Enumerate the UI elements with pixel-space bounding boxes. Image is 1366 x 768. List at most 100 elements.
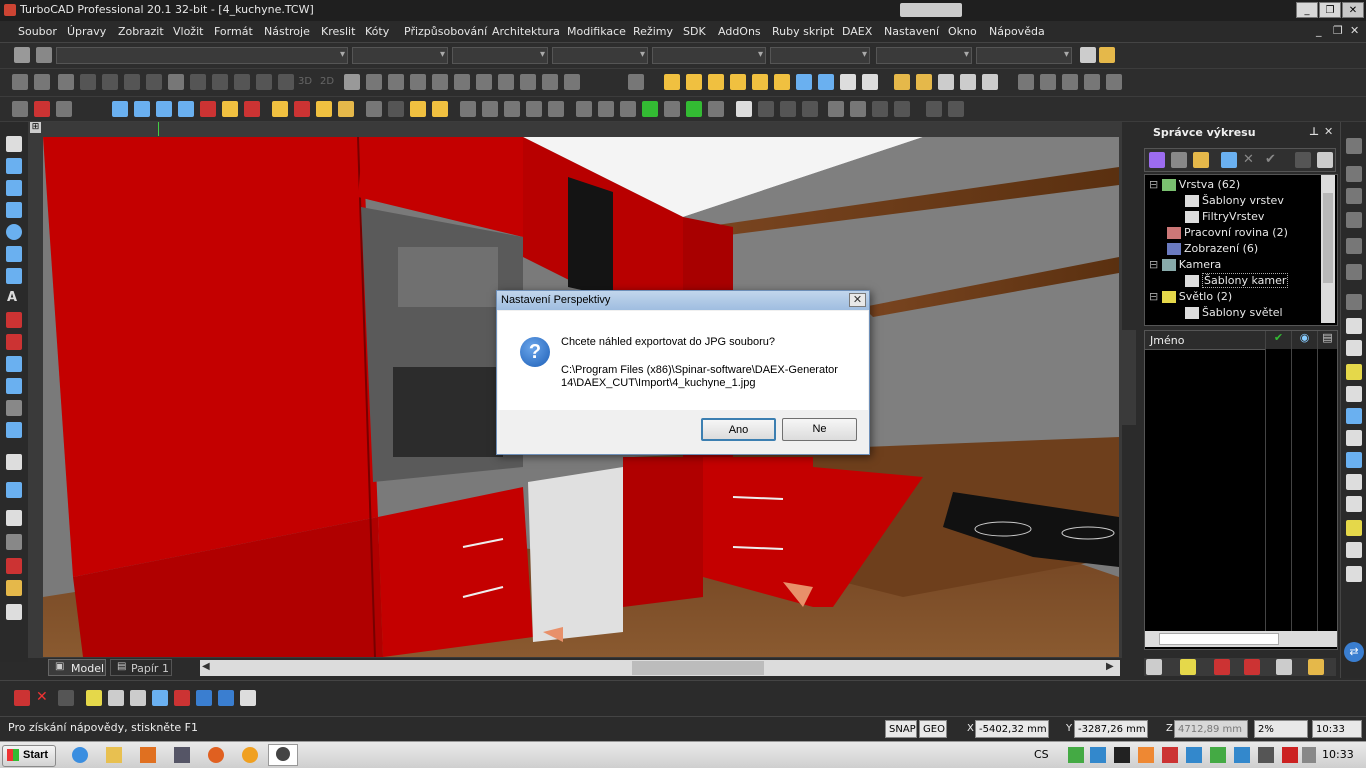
toolbar3-icon-24[interactable]	[576, 101, 592, 117]
toolbar-icon-23[interactable]	[542, 74, 558, 90]
z-coordinate-field[interactable]: 4712,89 mm	[1174, 720, 1248, 738]
measure-icon[interactable]	[6, 422, 22, 438]
toolbar3-icon-17[interactable]	[410, 101, 426, 117]
turbocad-app-icon[interactable]	[4, 4, 16, 16]
tab-materials-icon[interactable]	[1214, 659, 1230, 675]
viewport-vertical-scroll-thumb[interactable]	[1122, 330, 1136, 425]
text-icon[interactable]: A	[7, 290, 17, 305]
menu-nastroje[interactable]: Nástroje	[264, 25, 310, 38]
snap-icon-9[interactable]	[196, 690, 212, 706]
visible-check-icon[interactable]: ✔	[1266, 331, 1291, 349]
toolbar-icon-17[interactable]	[410, 74, 426, 90]
toolbar3-icon-27[interactable]	[642, 101, 658, 117]
tab-scene-icon[interactable]	[1308, 659, 1324, 675]
toolbar3-icon-33[interactable]	[780, 101, 796, 117]
view-3d-button[interactable]: 3D	[298, 76, 312, 87]
minimize-button[interactable]: _	[1296, 2, 1318, 18]
toolbar-icon-14[interactable]	[344, 74, 360, 90]
toolbar3-icon-28[interactable]	[664, 101, 680, 117]
menu-soubor[interactable]: Soubor	[18, 25, 57, 38]
panel-close-icon[interactable]: ✕	[1324, 125, 1333, 138]
snap-icon-7[interactable]	[152, 690, 168, 706]
arc-icon[interactable]	[6, 246, 22, 262]
view-2d-button[interactable]: 2D	[320, 76, 334, 87]
restore-button[interactable]: ❐	[1319, 2, 1341, 18]
firefox-icon[interactable]	[208, 747, 224, 763]
toolbar3-icon-35[interactable]	[828, 101, 844, 117]
info-icon[interactable]	[564, 74, 580, 90]
properties-icon[interactable]	[1193, 152, 1209, 168]
render-icon[interactable]	[1099, 47, 1115, 63]
color-combo[interactable]	[352, 47, 448, 64]
toolbar3-icon-16[interactable]	[388, 101, 404, 117]
window-app-icon[interactable]	[174, 747, 190, 763]
toolbar-icon-13[interactable]	[278, 74, 294, 90]
menu-prizpusobovani[interactable]: Přizpůsobování	[404, 25, 487, 38]
taskbar-clock[interactable]: 10:33	[1322, 748, 1354, 761]
internet-explorer-icon[interactable]	[72, 747, 88, 763]
eye-icon[interactable]: ◉	[1292, 331, 1317, 349]
toolbar3-icon-38[interactable]	[894, 101, 910, 117]
table-scroll-thumb[interactable]	[1159, 633, 1279, 645]
insert-icon[interactable]	[6, 510, 22, 526]
menu-format[interactable]: Formát	[214, 25, 253, 38]
tree-item-filtry-vrstev[interactable]: FiltryVrstev	[1185, 210, 1264, 223]
toolbar3-icon-7[interactable]	[178, 101, 194, 117]
yes-button[interactable]: Ano	[701, 418, 776, 441]
toolbar-icon-4[interactable]	[80, 74, 96, 90]
eraser-icon[interactable]	[6, 400, 22, 416]
strip-icon-15[interactable]	[1346, 474, 1362, 490]
menu-vlozit[interactable]: Vložit	[173, 25, 203, 38]
scroll-right-icon[interactable]: ▶	[1106, 661, 1114, 672]
select-arrow-icon[interactable]	[6, 136, 22, 152]
brush-combo[interactable]	[770, 47, 870, 64]
no-button[interactable]: Ne	[782, 418, 857, 441]
options-icon[interactable]	[1295, 152, 1311, 168]
toolbar-icon-7[interactable]	[146, 74, 162, 90]
toolbar-icon-5[interactable]	[102, 74, 118, 90]
mdi-restore-button[interactable]: ❐	[1333, 24, 1343, 37]
toolbar-icon-15[interactable]	[366, 74, 382, 90]
explorer-folder-icon[interactable]	[106, 747, 122, 763]
toolbar3-icon-37[interactable]	[872, 101, 888, 117]
toolbar3-icon-39[interactable]	[926, 101, 942, 117]
tab-render-icon[interactable]	[1244, 659, 1260, 675]
tray-icon-3[interactable]	[1114, 747, 1130, 763]
toolbar3-icon-2[interactable]	[34, 101, 50, 117]
window-icon-5[interactable]	[1106, 74, 1122, 90]
tree-item-sablony-svetel[interactable]: Šablony světel	[1185, 306, 1283, 319]
view-cube-icon-8[interactable]	[818, 74, 834, 90]
strip-icon-13[interactable]	[1346, 430, 1362, 446]
render-icon-1[interactable]	[894, 74, 910, 90]
tray-icon-6[interactable]	[1186, 747, 1202, 763]
toolbar3-icon-5[interactable]	[134, 101, 150, 117]
linewidth-combo[interactable]	[552, 47, 648, 64]
toolbar3-icon-8[interactable]	[200, 101, 216, 117]
snap-toggle[interactable]: SNAP	[885, 720, 917, 738]
linestyle-combo[interactable]	[452, 47, 548, 64]
menu-nastaveni[interactable]: Nastavení	[884, 25, 939, 38]
library-icon[interactable]	[6, 580, 22, 596]
view-cube-icon-5[interactable]	[752, 74, 768, 90]
toolbar-icon-16[interactable]	[388, 74, 404, 90]
tray-icon-5[interactable]	[1162, 747, 1178, 763]
toolbar3-icon-25[interactable]	[598, 101, 614, 117]
tree-item-svetlo[interactable]: ⊟ Světlo (2)	[1149, 290, 1232, 303]
menu-daex[interactable]: DAEX	[842, 25, 872, 38]
toolbar-icon-6[interactable]	[124, 74, 140, 90]
menu-upravy[interactable]: Úpravy	[67, 25, 106, 38]
snap-icon-8[interactable]	[174, 690, 190, 706]
strip-icon-9[interactable]	[1346, 340, 1362, 356]
menu-rezimy[interactable]: Režimy	[633, 25, 673, 38]
strip-icon-12[interactable]	[1346, 408, 1362, 424]
window-icon-3[interactable]	[1062, 74, 1078, 90]
close-button[interactable]: ✕	[1342, 2, 1364, 18]
modify-icon[interactable]	[6, 356, 22, 372]
strip-icon-18[interactable]	[1346, 542, 1362, 558]
view-cube-icon-4[interactable]	[730, 74, 746, 90]
line-icon[interactable]	[6, 180, 22, 196]
tray-icon-4[interactable]	[1138, 747, 1154, 763]
toolbar-icon-8[interactable]	[168, 74, 184, 90]
tab-model[interactable]: ▣ Model	[48, 659, 106, 676]
viewport-horizontal-scrollbar[interactable]: ◀ ▶	[200, 660, 1120, 676]
